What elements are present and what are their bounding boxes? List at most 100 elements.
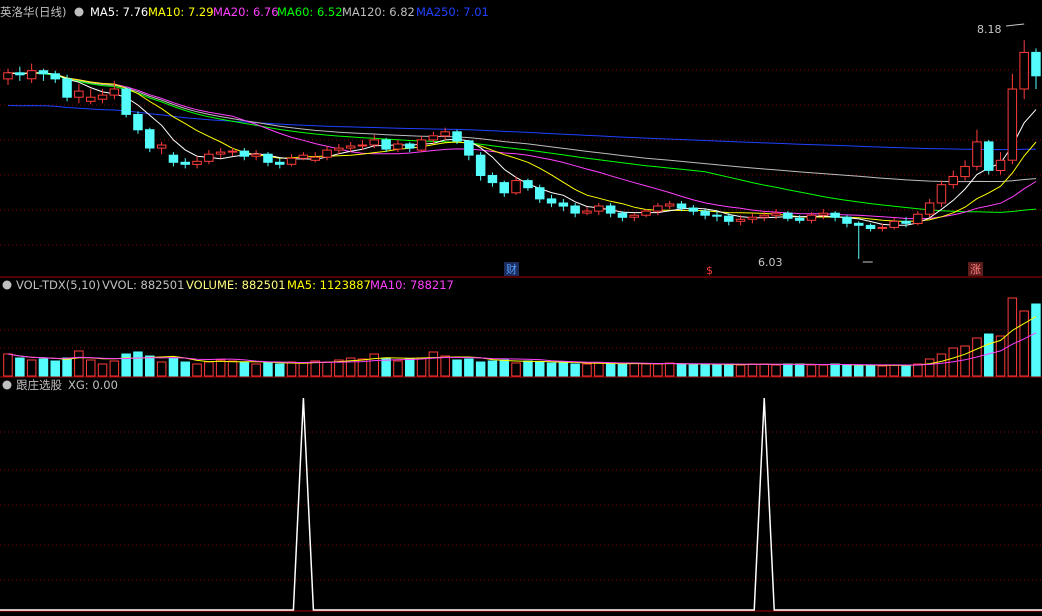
candle-body — [322, 149, 332, 158]
limit-up-marker[interactable]: 涨 — [970, 263, 981, 276]
candle-body — [605, 205, 616, 214]
panel-menu-icon[interactable] — [74, 7, 84, 17]
volume-bar — [865, 364, 876, 377]
volume-bar — [298, 362, 309, 377]
volume-bar — [582, 363, 592, 377]
candle-body — [416, 139, 427, 151]
volume-bar — [145, 355, 155, 377]
volume-bar — [901, 364, 911, 377]
indicator-plot — [0, 397, 1042, 611]
candle-body — [546, 198, 557, 204]
candle-body — [275, 161, 285, 165]
volume-bar — [97, 363, 108, 377]
candle-body — [1019, 51, 1029, 90]
volume-ma10-line — [7, 332, 1037, 366]
volume-bar — [664, 362, 675, 377]
volume-bar — [605, 363, 616, 377]
candle-body — [806, 214, 817, 221]
candle-body — [487, 175, 498, 184]
candle-body — [582, 210, 592, 214]
low-price-label: 6.03 — [758, 256, 783, 269]
candle-body — [168, 154, 179, 163]
candle-body — [133, 114, 143, 131]
volume-bar — [1019, 310, 1029, 377]
candle-body — [239, 150, 250, 157]
candle-body — [558, 202, 569, 207]
volume-bar — [653, 363, 663, 377]
ma10-legend: MA10: 7.29 — [148, 5, 214, 19]
indicator-panel-header: 跟庄选股 XG: 0.00 — [2, 378, 118, 392]
volume-bar — [960, 345, 970, 377]
finance-marker[interactable]: 财 — [506, 262, 517, 276]
candle-body — [180, 161, 190, 165]
volume-bar — [440, 355, 450, 377]
volume-bar — [936, 353, 947, 377]
volume-bar — [924, 358, 935, 377]
volume-bar — [310, 360, 320, 377]
price-plot — [3, 23, 1041, 263]
candle-body — [995, 159, 1006, 172]
candle-body — [759, 214, 769, 218]
candle-body — [204, 153, 214, 162]
candle-body — [688, 207, 699, 212]
candle-body — [357, 144, 368, 147]
volume-bar — [617, 363, 628, 377]
volume-bar — [322, 361, 332, 377]
volume-bar — [86, 359, 96, 377]
candle-body — [145, 129, 155, 149]
grid-lines — [0, 69, 1042, 612]
candle-body — [535, 187, 545, 200]
candle-body — [109, 88, 120, 96]
volume-bar — [570, 363, 580, 377]
candle-body — [475, 154, 486, 176]
candle-body — [15, 72, 25, 76]
volume-bar — [26, 359, 37, 377]
volume-bar — [546, 362, 557, 377]
volume-bar — [3, 353, 13, 377]
volume-bar — [794, 363, 805, 377]
volume-bar — [405, 358, 415, 377]
volume-bar — [712, 364, 722, 377]
volume-bar — [121, 353, 131, 377]
candle-body — [747, 216, 758, 220]
volume-bar — [735, 364, 746, 377]
dividend-marker[interactable]: $ — [706, 264, 713, 277]
volume-bar — [475, 361, 486, 377]
volume-menu-icon[interactable] — [2, 280, 12, 290]
volume-bar — [594, 362, 604, 377]
candle-body — [712, 214, 722, 217]
ma20-legend: MA20: 6.76 — [213, 5, 279, 19]
candle-body — [913, 213, 923, 224]
volume-bar — [629, 362, 639, 377]
ma5-legend: MA5: 7.76 — [90, 5, 148, 19]
volume-bar — [38, 358, 49, 377]
volume-bar — [251, 363, 261, 377]
candle-body — [948, 176, 958, 186]
indicator-menu-icon[interactable] — [2, 380, 12, 390]
candle-body — [629, 214, 639, 218]
volume-bar — [806, 364, 817, 377]
volume-bar — [369, 353, 379, 377]
volume-bar — [641, 363, 651, 377]
vvol-legend: VVOL: 882501 — [102, 278, 184, 292]
candle-body — [381, 139, 391, 150]
candle-body — [369, 139, 379, 146]
volume-bar — [535, 361, 545, 377]
candle-body — [62, 78, 72, 98]
volume-bar — [1031, 303, 1041, 377]
candle-body — [617, 212, 628, 218]
volume-bar — [133, 351, 143, 377]
candle-body — [263, 153, 273, 163]
candle-body — [877, 226, 888, 229]
vol-ma10-legend: MA10: 788217 — [370, 278, 454, 292]
candle-body — [86, 96, 96, 102]
candle-body — [464, 140, 474, 156]
event-markers: 财 $ 涨 — [504, 262, 983, 277]
volume-bar — [192, 363, 202, 377]
candle-body — [818, 212, 829, 216]
candle-body — [227, 150, 238, 153]
candle-body — [523, 180, 533, 189]
volume-legend: VOLUME: 882501 — [186, 278, 286, 292]
candle-body — [156, 144, 167, 149]
candle-body — [345, 145, 356, 149]
